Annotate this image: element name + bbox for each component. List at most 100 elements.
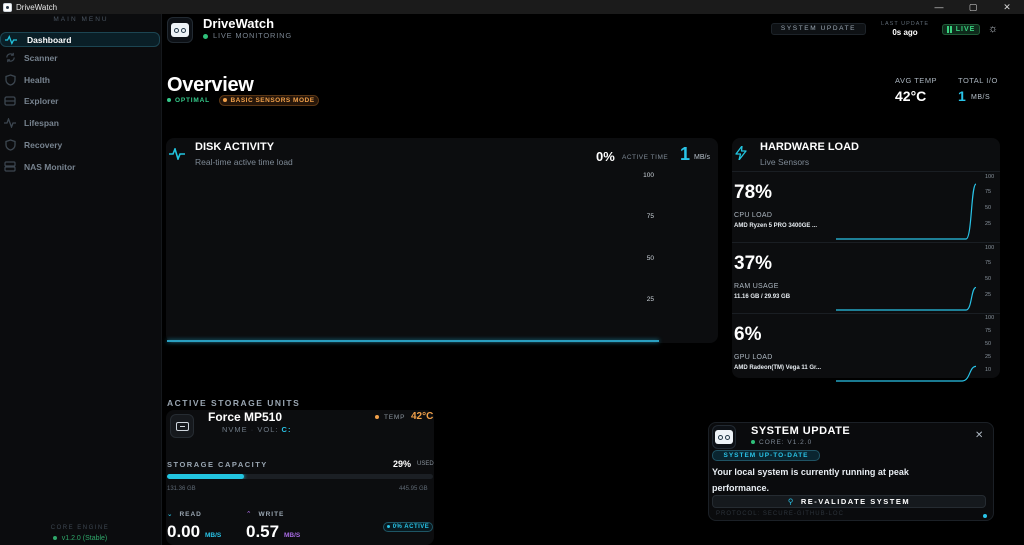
pulse-icon <box>5 34 17 46</box>
ram-usage-detail: 11.16 GB / 29.93 GB <box>734 294 791 300</box>
update-popup-title: SYSTEM UPDATE <box>751 425 851 437</box>
sidebar-item-scanner[interactable]: Scanner <box>0 47 162 69</box>
drive-logo-icon <box>171 23 189 37</box>
drive-temp-value: 42°C <box>411 411 434 422</box>
drive-meta: NVME · VOL: C: <box>222 425 292 434</box>
sidebar-item-recovery[interactable]: Recovery <box>0 134 162 156</box>
window-title: DriveWatch <box>16 2 58 12</box>
drive-icon <box>170 414 194 438</box>
system-update-button[interactable]: SYSTEM UPDATE <box>771 23 866 35</box>
gpu-device-name: AMD Radeon(TM) Vega 11 Gr... <box>734 365 822 371</box>
ram-usage-value: 37% <box>734 253 773 274</box>
ram-y-tick: 75 <box>985 260 992 266</box>
total-io-unit: MB/S <box>971 94 991 101</box>
hardware-load-title: HARDWARE LOAD <box>760 141 859 153</box>
gpu-load-line <box>836 365 977 382</box>
capacity-used-label: USED <box>417 461 434 467</box>
sidebar-item-health[interactable]: Health <box>0 69 162 91</box>
disk-activity-card <box>166 138 718 343</box>
sidebar-item-label: NAS Monitor <box>24 161 76 172</box>
status-dot <box>983 514 987 518</box>
disk-activity-line <box>167 340 659 342</box>
disk-active-label: ACTIVE TIME <box>622 154 669 161</box>
drive-vol-value: C: <box>281 425 292 434</box>
close-window-button[interactable]: ✕ <box>990 0 1024 14</box>
live-monitoring-status: LIVE MONITORING <box>203 31 292 40</box>
hardware-load-subtitle: Live Sensors <box>760 157 810 167</box>
ram-y-tick: 100 <box>985 245 995 251</box>
gpu-load-row: 6% GPU LOAD AMD Radeon(TM) Vega 11 Gr...… <box>732 313 1000 382</box>
capacity-percent: 29% <box>393 459 412 469</box>
drive-type: NVME <box>222 425 248 434</box>
ram-usage-sparkline <box>836 286 977 311</box>
sensors-mode-badge: BASIC SENSORS MODE <box>219 95 319 106</box>
sidebar-item-label: Health <box>24 74 50 85</box>
ram-usage-label: RAM USAGE <box>734 283 779 290</box>
total-io-value: 1 <box>958 88 966 104</box>
chevron-up-icon: ⌃ <box>246 511 253 518</box>
server-icon <box>4 161 16 173</box>
drive-vol-label: VOL: <box>257 425 279 434</box>
write-label: ⌃ WRITE <box>246 511 285 518</box>
core-engine-label: CORE ENGINE <box>50 525 110 531</box>
read-label: ⌄ READ <box>167 511 202 518</box>
disk-y-tick: 25 <box>646 296 654 303</box>
sidebar-item-label: Recovery <box>24 140 63 151</box>
avg-temp-value: 42°C <box>895 88 927 104</box>
disk-rate-value: 1 <box>680 144 691 164</box>
window-titlebar: DriveWatch — ▢ ✕ <box>0 0 1024 14</box>
app-logo <box>167 17 193 43</box>
gpu-load-value: 6% <box>734 324 762 345</box>
maximize-button[interactable]: ▢ <box>956 0 990 14</box>
sidebar: MAIN MENU Dashboard Scanner Health Explo… <box>0 14 162 545</box>
sidebar-item-label: Scanner <box>24 52 58 63</box>
ram-usage-row: 37% RAM USAGE 11.16 GB / 29.93 GB 100 75… <box>732 242 1000 312</box>
gpu-y-tick: 50 <box>985 341 992 347</box>
shield-icon <box>4 139 16 151</box>
total-io-label: TOTAL I/O <box>958 76 998 85</box>
cpu-y-tick: 25 <box>985 221 992 227</box>
ram-y-tick: 50 <box>985 276 992 282</box>
drive-logo-icon <box>715 430 733 444</box>
cpu-y-tick: 50 <box>985 205 992 211</box>
pulse-icon <box>169 146 185 162</box>
sidebar-item-explorer[interactable]: Explorer <box>0 91 162 113</box>
refresh-icon <box>4 52 16 64</box>
close-icon[interactable]: ✕ <box>975 430 983 441</box>
gpu-load-sparkline <box>836 365 977 382</box>
drive-name: Force MP510 <box>208 410 283 424</box>
gpu-load-label: GPU LOAD <box>734 354 773 361</box>
cpu-y-tick: 100 <box>985 174 995 180</box>
revalidate-system-button[interactable]: ⚲ RE-VALIDATE SYSTEM <box>712 495 986 508</box>
sidebar-item-nas-monitor[interactable]: NAS Monitor <box>0 156 162 178</box>
read-unit: MB/S <box>205 532 222 539</box>
sidebar-header: MAIN MENU <box>53 16 109 23</box>
gpu-y-tick: 75 <box>985 328 992 334</box>
last-update-value: 0s ago <box>892 28 918 37</box>
window-controls: — ▢ ✕ <box>922 0 1024 14</box>
live-toggle-button[interactable]: LIVE <box>942 24 980 35</box>
pause-icon <box>946 26 952 33</box>
sidebar-item-dashboard[interactable]: Dashboard <box>0 32 160 47</box>
minimize-button[interactable]: — <box>922 0 956 14</box>
disk-y-tick: 50 <box>646 255 654 262</box>
core-engine-version: v1.2.0 (Stable) <box>0 535 160 542</box>
cpu-load-sparkline <box>836 183 977 240</box>
ram-y-tick: 25 <box>985 292 992 298</box>
sidebar-item-label: Explorer <box>24 96 59 107</box>
capacity-progress-fill <box>167 474 245 479</box>
read-value: 0.00 <box>167 522 201 541</box>
capacity-progress-bar <box>167 474 433 479</box>
cpu-load-row: 78% CPU LOAD AMD Ryzen 5 PRO 3400GE ... … <box>732 171 1000 241</box>
ram-usage-line <box>836 286 977 311</box>
capacity-label: STORAGE CAPACITY <box>167 460 268 469</box>
last-update-label: LAST UPDATE <box>880 21 930 27</box>
search-icon: ⚲ <box>787 497 795 506</box>
disk-rate-unit: MB/s <box>694 154 710 161</box>
disk-active-percent: 0% <box>596 149 615 164</box>
theme-sun-icon[interactable]: ☼ <box>987 23 999 35</box>
gpu-y-tick: 10 <box>985 367 992 373</box>
sidebar-item-lifespan[interactable]: Lifespan <box>0 112 162 134</box>
disk-y-tick: 75 <box>646 213 654 220</box>
cpu-device-name: AMD Ryzen 5 PRO 3400GE ... <box>734 223 818 229</box>
